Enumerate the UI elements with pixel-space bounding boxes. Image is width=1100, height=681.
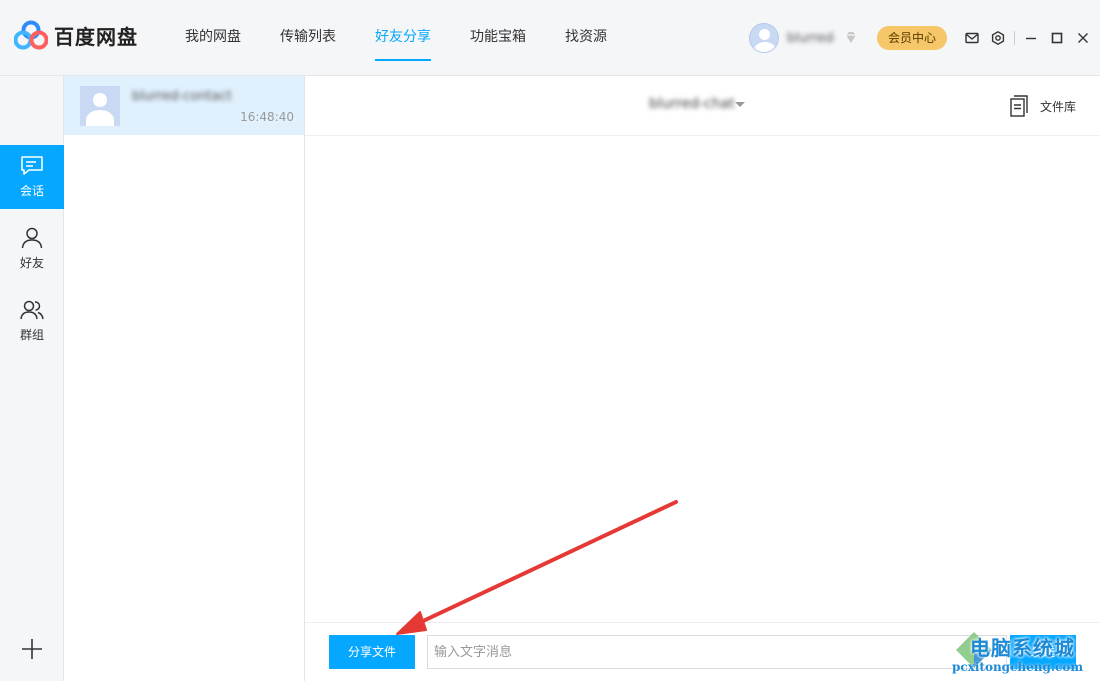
vip-center-button[interactable]: 会员中心 xyxy=(877,26,948,50)
rail-item-label: 会话 xyxy=(19,184,44,198)
user-area: blurred-user 会员中心 xyxy=(749,22,948,54)
file-library-label: 文件库 xyxy=(1039,99,1076,114)
contact-name: blurred-contact xyxy=(132,89,232,104)
nav-toolbox[interactable]: 功能宝箱 xyxy=(470,0,526,76)
app-name: 百度网盘 xyxy=(54,24,138,49)
minimize-icon[interactable] xyxy=(1021,28,1041,48)
file-library-button[interactable]: 文件库 xyxy=(1010,95,1076,117)
window-controls xyxy=(962,28,1093,48)
conversation-list: blurred-contact 16:48:40 xyxy=(64,76,305,681)
rail-item-conversations[interactable]: 会话 xyxy=(0,145,64,209)
top-bar: 百度网盘 我的网盘 传输列表 好友分享 功能宝箱 找资源 blurred-use… xyxy=(0,0,1100,76)
main-nav: 我的网盘 传输列表 好友分享 功能宝箱 找资源 xyxy=(185,0,607,76)
divider xyxy=(1014,31,1015,45)
chat-footer: 分享文件 发送 xyxy=(305,622,1100,681)
settings-gear-icon[interactable] xyxy=(988,28,1008,48)
mail-icon[interactable] xyxy=(962,28,982,48)
chat-bubble-icon xyxy=(21,156,43,175)
rail-item-label: 群组 xyxy=(19,328,44,342)
message-input[interactable] xyxy=(427,635,1007,669)
username[interactable]: blurred-user xyxy=(787,31,835,46)
nav-transfer-list[interactable]: 传输列表 xyxy=(280,0,336,76)
nav-my-disk[interactable]: 我的网盘 xyxy=(185,0,241,76)
conversation-item[interactable]: blurred-contact 16:48:40 xyxy=(64,76,304,135)
nav-friend-share[interactable]: 好友分享 xyxy=(375,0,431,76)
maximize-icon[interactable] xyxy=(1047,28,1067,48)
group-icon xyxy=(20,300,44,320)
rail-item-label: 好友 xyxy=(19,256,44,270)
baidu-netdisk-logo-icon xyxy=(14,20,48,50)
send-button[interactable]: 发送 xyxy=(1010,635,1076,669)
rail-item-friends[interactable]: 好友 xyxy=(0,217,64,281)
message-time: 16:48:40 xyxy=(240,110,294,124)
user-avatar[interactable] xyxy=(749,23,779,53)
plus-icon[interactable] xyxy=(20,637,44,661)
chat-header: blurred-chat 文件库 xyxy=(305,76,1100,136)
chat-title[interactable]: blurred-chat xyxy=(649,96,735,112)
app-logo[interactable]: 百度网盘 xyxy=(14,20,138,50)
nav-find-resources[interactable]: 找资源 xyxy=(565,0,607,76)
diamond-icon[interactable] xyxy=(843,30,859,46)
contact-avatar xyxy=(80,86,120,126)
chevron-down-icon[interactable] xyxy=(735,102,745,107)
share-file-button[interactable]: 分享文件 xyxy=(329,635,415,669)
file-library-icon xyxy=(1010,95,1028,117)
message-area xyxy=(305,137,1100,622)
left-rail: 会话 好友 群组 xyxy=(0,76,64,681)
rail-item-groups[interactable]: 群组 xyxy=(0,289,64,353)
person-icon xyxy=(21,227,43,249)
close-icon[interactable] xyxy=(1073,28,1093,48)
